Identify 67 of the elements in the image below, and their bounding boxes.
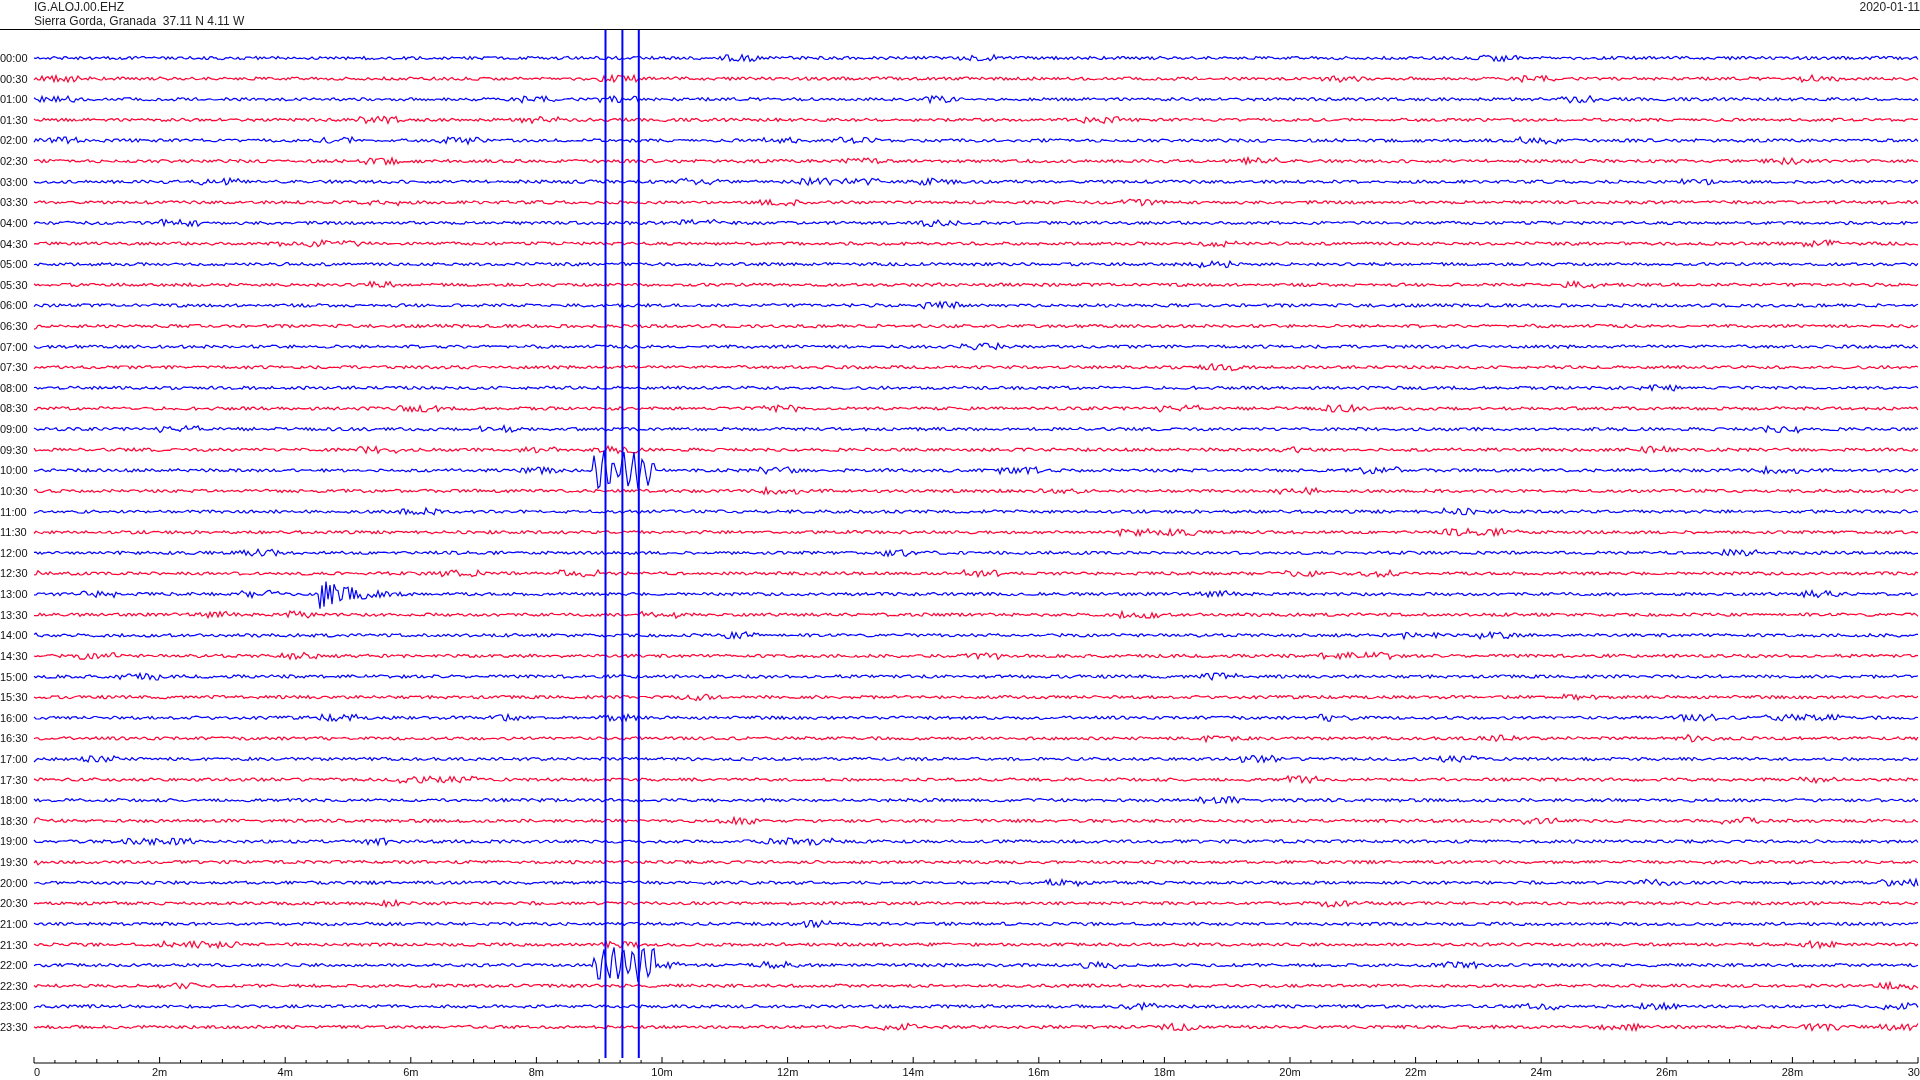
trace-time-label: 00:30 [0, 72, 28, 85]
axis-tick-label: 12m [776, 1066, 799, 1078]
trace-time-label: 14:30 [0, 649, 28, 662]
trace-time-label: 01:30 [0, 113, 28, 126]
trace-time-label: 14:00 [0, 629, 28, 642]
axis-tick-label: 18m [1153, 1066, 1176, 1078]
trace-time-label: 18:00 [0, 794, 28, 807]
trace-time-label: 16:30 [0, 732, 28, 745]
axis-tick-label: 26m [1656, 1066, 1678, 1078]
axis-tick-label: 14m [902, 1066, 924, 1078]
axis-tick-label: 6m [403, 1066, 419, 1078]
plot-date: 2020-01-11 [1859, 0, 1920, 14]
trace-time-label: 10:00 [0, 464, 28, 477]
axis-tick-label: 8m [528, 1066, 545, 1078]
trace-time-label: 16:00 [0, 711, 28, 724]
axis-tick-label: 10m [651, 1066, 673, 1078]
axis-tick-label: 30 [1907, 1066, 1920, 1078]
trace-time-label: 03:30 [0, 196, 28, 209]
trace-time-label: 12:30 [0, 567, 28, 580]
trace-time-label: 17:00 [0, 753, 28, 765]
trace-time-label: 03:00 [0, 175, 28, 188]
trace-time-label: 17:30 [0, 773, 28, 786]
trace-time-label: 09:00 [0, 423, 28, 436]
station-code: IG.ALOJ.00.EHZ [34, 0, 126, 14]
axis-tick-label: 16m [1028, 1066, 1050, 1078]
trace-time-label: 20:00 [0, 876, 28, 889]
axis-tick-label: 24m [1530, 1066, 1552, 1078]
trace-time-label: 10:30 [0, 484, 28, 497]
trace-time-label: 13:00 [0, 588, 28, 601]
trace-time-label: 05:30 [0, 278, 28, 291]
trace-time-label: 12:00 [0, 546, 28, 559]
trace-time-label: 21:00 [0, 917, 28, 930]
trace-time-label: 22:00 [0, 959, 28, 972]
trace-time-label: 07:30 [0, 361, 28, 374]
trace-time-label: 02:30 [0, 155, 28, 168]
trace-time-label: 11:30 [0, 526, 27, 539]
axis-tick-label: 0 [34, 1066, 41, 1078]
trace-time-label: 08:30 [0, 402, 28, 415]
axis-tick-label: 20m [1279, 1066, 1301, 1078]
trace-time-label: 15:30 [0, 691, 28, 704]
trace-time-label: 19:00 [0, 835, 28, 848]
trace-time-label: 02:00 [0, 134, 28, 147]
trace-time-label: 22:30 [0, 979, 28, 992]
trace-time-label: 23:00 [0, 1000, 28, 1013]
trace-time-label: 06:00 [0, 299, 28, 312]
trace-time-label: 05:00 [0, 258, 28, 271]
trace-time-label: 07:00 [0, 340, 28, 353]
trace-time-label: 04:00 [0, 216, 28, 229]
trace-time-label: 23:30 [0, 1021, 28, 1033]
axis-tick-label: 22m [1404, 1066, 1427, 1078]
trace-time-label: 21:30 [0, 938, 28, 951]
axis-tick-label: 28m [1781, 1066, 1804, 1078]
trace-time-label: 01:00 [0, 93, 28, 106]
trace-time-label: 15:00 [0, 670, 28, 683]
trace-time-label: 00:00 [0, 52, 28, 64]
trace-time-label: 18:30 [0, 814, 28, 827]
trace-time-label: 06:30 [0, 320, 28, 332]
trace-time-label: 04:30 [0, 237, 28, 250]
station-location: Sierra Gorda, Granada 37.11 N 4.11 W [34, 14, 245, 28]
trace-time-label: 13:30 [0, 608, 28, 621]
axis-tick-label: 4m [277, 1066, 293, 1078]
trace-time-label: 09:30 [0, 443, 28, 456]
trace-time-label: 19:30 [0, 856, 28, 869]
trace-time-label: 08:00 [0, 381, 28, 394]
axis-tick-label: 2m [151, 1066, 168, 1078]
trace-time-label: 11:00 [0, 505, 27, 518]
trace-time-label: 20:30 [0, 897, 28, 910]
